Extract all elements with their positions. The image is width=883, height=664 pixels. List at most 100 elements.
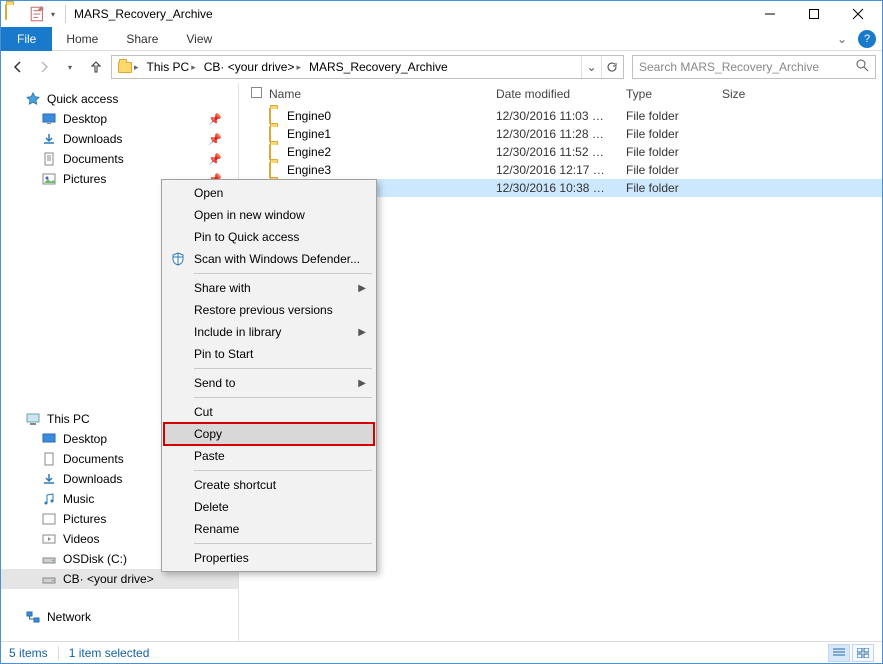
column-name[interactable]: Name <box>269 87 496 101</box>
maximize-button[interactable] <box>792 1 836 27</box>
properties-qat-icon[interactable] <box>29 5 47 23</box>
file-row[interactable]: Engine312/30/2016 12:17 …File folder <box>239 161 882 179</box>
context-menu-send-to[interactable]: Send to▶ <box>164 372 374 394</box>
context-menu-scan-with-windows-defender[interactable]: Scan with Windows Defender... <box>164 248 374 270</box>
file-type: File folder <box>626 127 722 141</box>
minimize-button[interactable] <box>748 1 792 27</box>
file-date: 12/30/2016 12:17 … <box>496 163 626 177</box>
column-date[interactable]: Date modified <box>496 87 626 101</box>
sidebar-item-documents[interactable]: Documents📌 <box>1 149 238 169</box>
star-icon <box>25 91 41 107</box>
sidebar-label: Quick access <box>47 92 118 106</box>
context-menu-open[interactable]: Open <box>164 182 374 204</box>
documents-icon <box>41 151 57 167</box>
column-type[interactable]: Type <box>626 87 722 101</box>
breadcrumb-root-icon[interactable]: ▸ <box>114 62 143 73</box>
context-menu-label: Rename <box>194 522 239 536</box>
context-menu-label: Pin to Start <box>194 347 253 361</box>
help-icon[interactable]: ? <box>858 30 876 48</box>
ribbon-tabs: File Home Share View ⌄ ? <box>1 27 882 51</box>
sidebar-quick-access[interactable]: Quick access <box>1 89 238 109</box>
context-menu-paste[interactable]: Paste <box>164 445 374 467</box>
context-menu-label: Restore previous versions <box>194 303 333 317</box>
file-date: 12/30/2016 10:38 … <box>496 181 626 195</box>
breadcrumb-item-0[interactable]: This PC ▸ <box>143 60 200 74</box>
defender-icon <box>170 251 186 267</box>
titlebar-divider <box>65 5 66 23</box>
tab-view[interactable]: View <box>172 27 226 51</box>
sidebar-item-downloads[interactable]: Downloads📌 <box>1 129 238 149</box>
tab-home[interactable]: Home <box>52 27 112 51</box>
file-name: Engine2 <box>287 145 496 159</box>
search-input[interactable]: Search MARS_Recovery_Archive <box>632 55 876 79</box>
folder-icon <box>269 109 287 123</box>
qat-dropdown-icon[interactable]: ▾ <box>51 10 55 19</box>
context-menu-label: Delete <box>194 500 229 514</box>
context-menu-label: Include in library <box>194 325 281 339</box>
context-menu-rename[interactable]: Rename <box>164 518 374 540</box>
ribbon-expand-icon[interactable]: ⌄ <box>832 32 852 46</box>
context-menu-separator <box>194 397 372 398</box>
downloads-icon <box>41 131 57 147</box>
context-menu-restore-previous-versions[interactable]: Restore previous versions <box>164 299 374 321</box>
file-row[interactable]: Engine212/30/2016 11:52 …File folder <box>239 143 882 161</box>
column-size[interactable]: Size <box>722 87 882 101</box>
folder-icon <box>269 163 287 177</box>
context-menu-delete[interactable]: Delete <box>164 496 374 518</box>
file-row[interactable]: Engine112/30/2016 11:28 …File folder <box>239 125 882 143</box>
large-icons-view-button[interactable] <box>852 644 874 662</box>
sidebar-item-desktop[interactable]: Desktop📌 <box>1 109 238 129</box>
context-menu-cut[interactable]: Cut <box>164 401 374 423</box>
file-date: 12/30/2016 11:28 … <box>496 127 626 141</box>
file-type: File folder <box>626 163 722 177</box>
close-button[interactable] <box>836 1 880 27</box>
context-menu-include-in-library[interactable]: Include in library ▶ <box>164 321 374 343</box>
refresh-icon[interactable] <box>601 56 621 78</box>
details-view-button[interactable] <box>828 644 850 662</box>
context-menu: OpenOpen in new window Pin to Quick acces… <box>161 179 377 572</box>
tab-file[interactable]: File <box>1 27 52 51</box>
tab-share[interactable]: Share <box>112 27 172 51</box>
file-type: File folder <box>626 181 722 195</box>
forward-button[interactable] <box>33 56 55 78</box>
file-name: Engine3 <box>287 163 496 177</box>
status-bar: 5 items 1 item selected <box>1 641 882 663</box>
breadcrumb-item-2[interactable]: MARS_Recovery_Archive <box>305 60 452 74</box>
downloads-icon <box>41 471 57 487</box>
quick-access-toolbar: ▾ <box>3 5 55 23</box>
context-menu-separator <box>194 273 372 274</box>
file-date: 12/30/2016 11:52 … <box>496 145 626 159</box>
navigation-bar: ▾ ▸ This PC ▸ CB· <your drive> ▸ MARS_Re… <box>1 51 882 83</box>
search-icon[interactable] <box>856 59 869 75</box>
address-bar[interactable]: ▸ This PC ▸ CB· <your drive> ▸ MARS_Reco… <box>111 55 624 79</box>
videos-icon <box>41 531 57 547</box>
column-checkbox[interactable] <box>251 87 269 101</box>
context-menu-pin-to-start[interactable]: Pin to Start <box>164 343 374 365</box>
status-selected-count: 1 item selected <box>69 646 150 660</box>
address-dropdown-icon[interactable]: ⌄ <box>581 56 601 78</box>
context-menu-label: Share with <box>194 281 251 295</box>
context-menu-copy[interactable]: Copy <box>164 423 374 445</box>
desktop-icon <box>41 111 57 127</box>
context-menu-open-in-new-window[interactable]: Open in new window <box>164 204 374 226</box>
context-menu-label: Paste <box>194 449 225 463</box>
drive-icon <box>41 551 57 567</box>
context-menu-pin-to-quick-access[interactable]: Pin to Quick access <box>164 226 374 248</box>
context-menu-label: Pin to Quick access <box>194 230 299 244</box>
up-button[interactable] <box>85 56 107 78</box>
breadcrumb-item-1[interactable]: CB· <your drive> ▸ <box>200 60 305 74</box>
context-menu-create-shortcut[interactable]: Create shortcut <box>164 474 374 496</box>
sidebar-pc-yourdrive[interactable]: CB· <your drive> <box>1 569 238 589</box>
back-button[interactable] <box>7 56 29 78</box>
file-row[interactable]: Engine012/30/2016 11:03 …File folder <box>239 107 882 125</box>
pc-icon <box>25 411 41 427</box>
submenu-arrow-icon: ▶ <box>358 327 366 338</box>
context-menu-share-with[interactable]: Share with▶ <box>164 277 374 299</box>
context-menu-label: Properties <box>194 551 249 565</box>
recent-dropdown-icon[interactable]: ▾ <box>59 56 81 78</box>
sidebar-network[interactable]: Network <box>1 607 238 627</box>
column-headers[interactable]: Name Date modified Type Size <box>239 83 882 105</box>
submenu-arrow-icon: ▶ <box>358 378 366 389</box>
status-item-count: 5 items <box>9 646 48 660</box>
context-menu-properties[interactable]: Properties <box>164 547 374 569</box>
